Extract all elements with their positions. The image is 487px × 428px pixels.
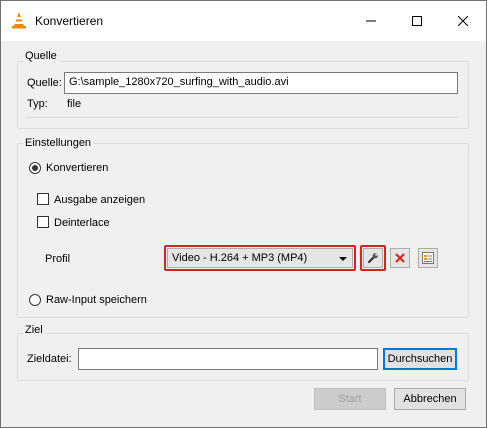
show-output-label[interactable]: Ausgabe anzeigen <box>54 194 145 206</box>
convert-dialog: Konvertieren Quelle Quelle: G:\sample_12… <box>0 0 487 428</box>
type-value: file <box>67 98 82 110</box>
source-separator <box>25 117 459 118</box>
start-button[interactable]: Start <box>314 388 386 410</box>
edit-profile-button[interactable] <box>363 248 383 268</box>
browse-button[interactable]: Durchsuchen <box>383 348 457 370</box>
type-label: Typ: <box>27 98 48 110</box>
target-file-label: Zieldatei: <box>27 353 72 365</box>
source-input[interactable]: G:\sample_1280x720_surfing_with_audio.av… <box>64 72 458 94</box>
new-profile-icon <box>422 252 434 264</box>
settings-group-label: Einstellungen <box>23 137 94 149</box>
title-bar: Konvertieren <box>1 1 486 41</box>
raw-input-radio[interactable] <box>29 294 41 306</box>
convert-label[interactable]: Konvertieren <box>46 162 108 174</box>
profile-select[interactable]: Video - H.264 + MP3 (MP4) <box>167 248 353 268</box>
window-title: Konvertieren <box>35 14 104 28</box>
chevron-down-icon <box>339 257 347 261</box>
vlc-cone-icon <box>12 12 26 29</box>
close-button[interactable] <box>440 1 486 41</box>
new-profile-button[interactable] <box>418 248 438 268</box>
target-group-label: Ziel <box>23 324 45 336</box>
minimize-button[interactable] <box>348 1 394 41</box>
delete-icon <box>395 253 405 263</box>
profile-label: Profil <box>45 253 71 265</box>
source-group-label: Quelle <box>23 50 59 62</box>
profile-select-value: Video - H.264 + MP3 (MP4) <box>172 252 308 264</box>
cancel-button[interactable]: Abbrechen <box>394 388 466 410</box>
close-icon <box>458 16 468 26</box>
source-label: Quelle: <box>27 77 62 89</box>
delete-profile-button[interactable] <box>390 248 410 268</box>
deinterlace-checkbox[interactable] <box>37 216 49 228</box>
target-file-input[interactable] <box>78 348 378 370</box>
convert-radio[interactable] <box>29 162 41 174</box>
maximize-icon <box>412 16 422 26</box>
raw-input-label[interactable]: Raw-Input speichern <box>46 294 147 306</box>
show-output-checkbox[interactable] <box>37 193 49 205</box>
wrench-icon <box>367 253 378 264</box>
maximize-button[interactable] <box>394 1 440 41</box>
minimize-icon <box>366 20 376 22</box>
deinterlace-label[interactable]: Deinterlace <box>54 217 110 229</box>
